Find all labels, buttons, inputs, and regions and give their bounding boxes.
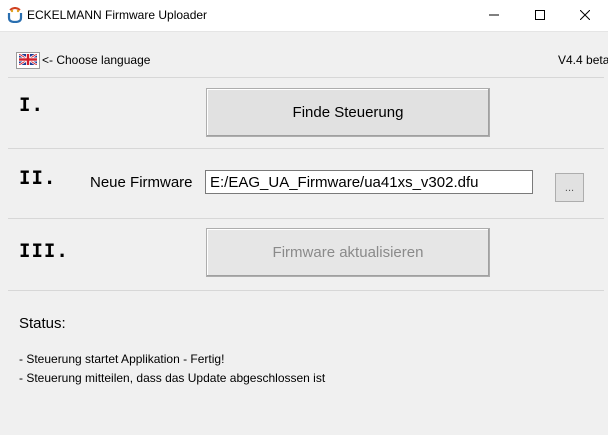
update-firmware-button[interactable]: Firmware aktualisieren	[206, 228, 490, 277]
divider	[8, 218, 604, 219]
step-three-numeral: III.	[19, 240, 69, 262]
version-label: V4.4 beta	[558, 53, 608, 67]
step-one-numeral: I.	[19, 94, 44, 116]
status-log-line: - Steuerung startet Applikation - Fertig…	[19, 352, 225, 366]
minimize-button[interactable]	[471, 0, 517, 31]
maximize-icon	[535, 7, 545, 25]
close-button[interactable]	[562, 0, 608, 31]
close-icon	[579, 7, 591, 25]
new-firmware-label: Neue Firmware	[90, 174, 193, 191]
window-title: ECKELMANN Firmware Uploader	[27, 8, 208, 22]
maximize-button[interactable]	[517, 0, 563, 31]
divider	[8, 290, 604, 291]
status-log-line: - Steuerung mitteilen, dass das Update a…	[19, 371, 326, 385]
firmware-path-field[interactable]	[205, 170, 533, 194]
eckelmann-app-icon	[7, 7, 23, 24]
uk-flag-icon	[18, 52, 38, 70]
title-bar: ECKELMANN Firmware Uploader	[0, 0, 608, 32]
minimize-icon	[489, 7, 499, 25]
divider	[8, 77, 604, 78]
divider	[8, 148, 604, 149]
status-label: Status:	[19, 315, 66, 332]
language-flag-button[interactable]	[16, 52, 40, 69]
choose-language-label: <- Choose language	[42, 53, 151, 67]
browse-button[interactable]: ...	[555, 173, 584, 202]
find-controller-button[interactable]: Finde Steuerung	[206, 88, 490, 137]
step-two-numeral: II.	[19, 167, 57, 189]
